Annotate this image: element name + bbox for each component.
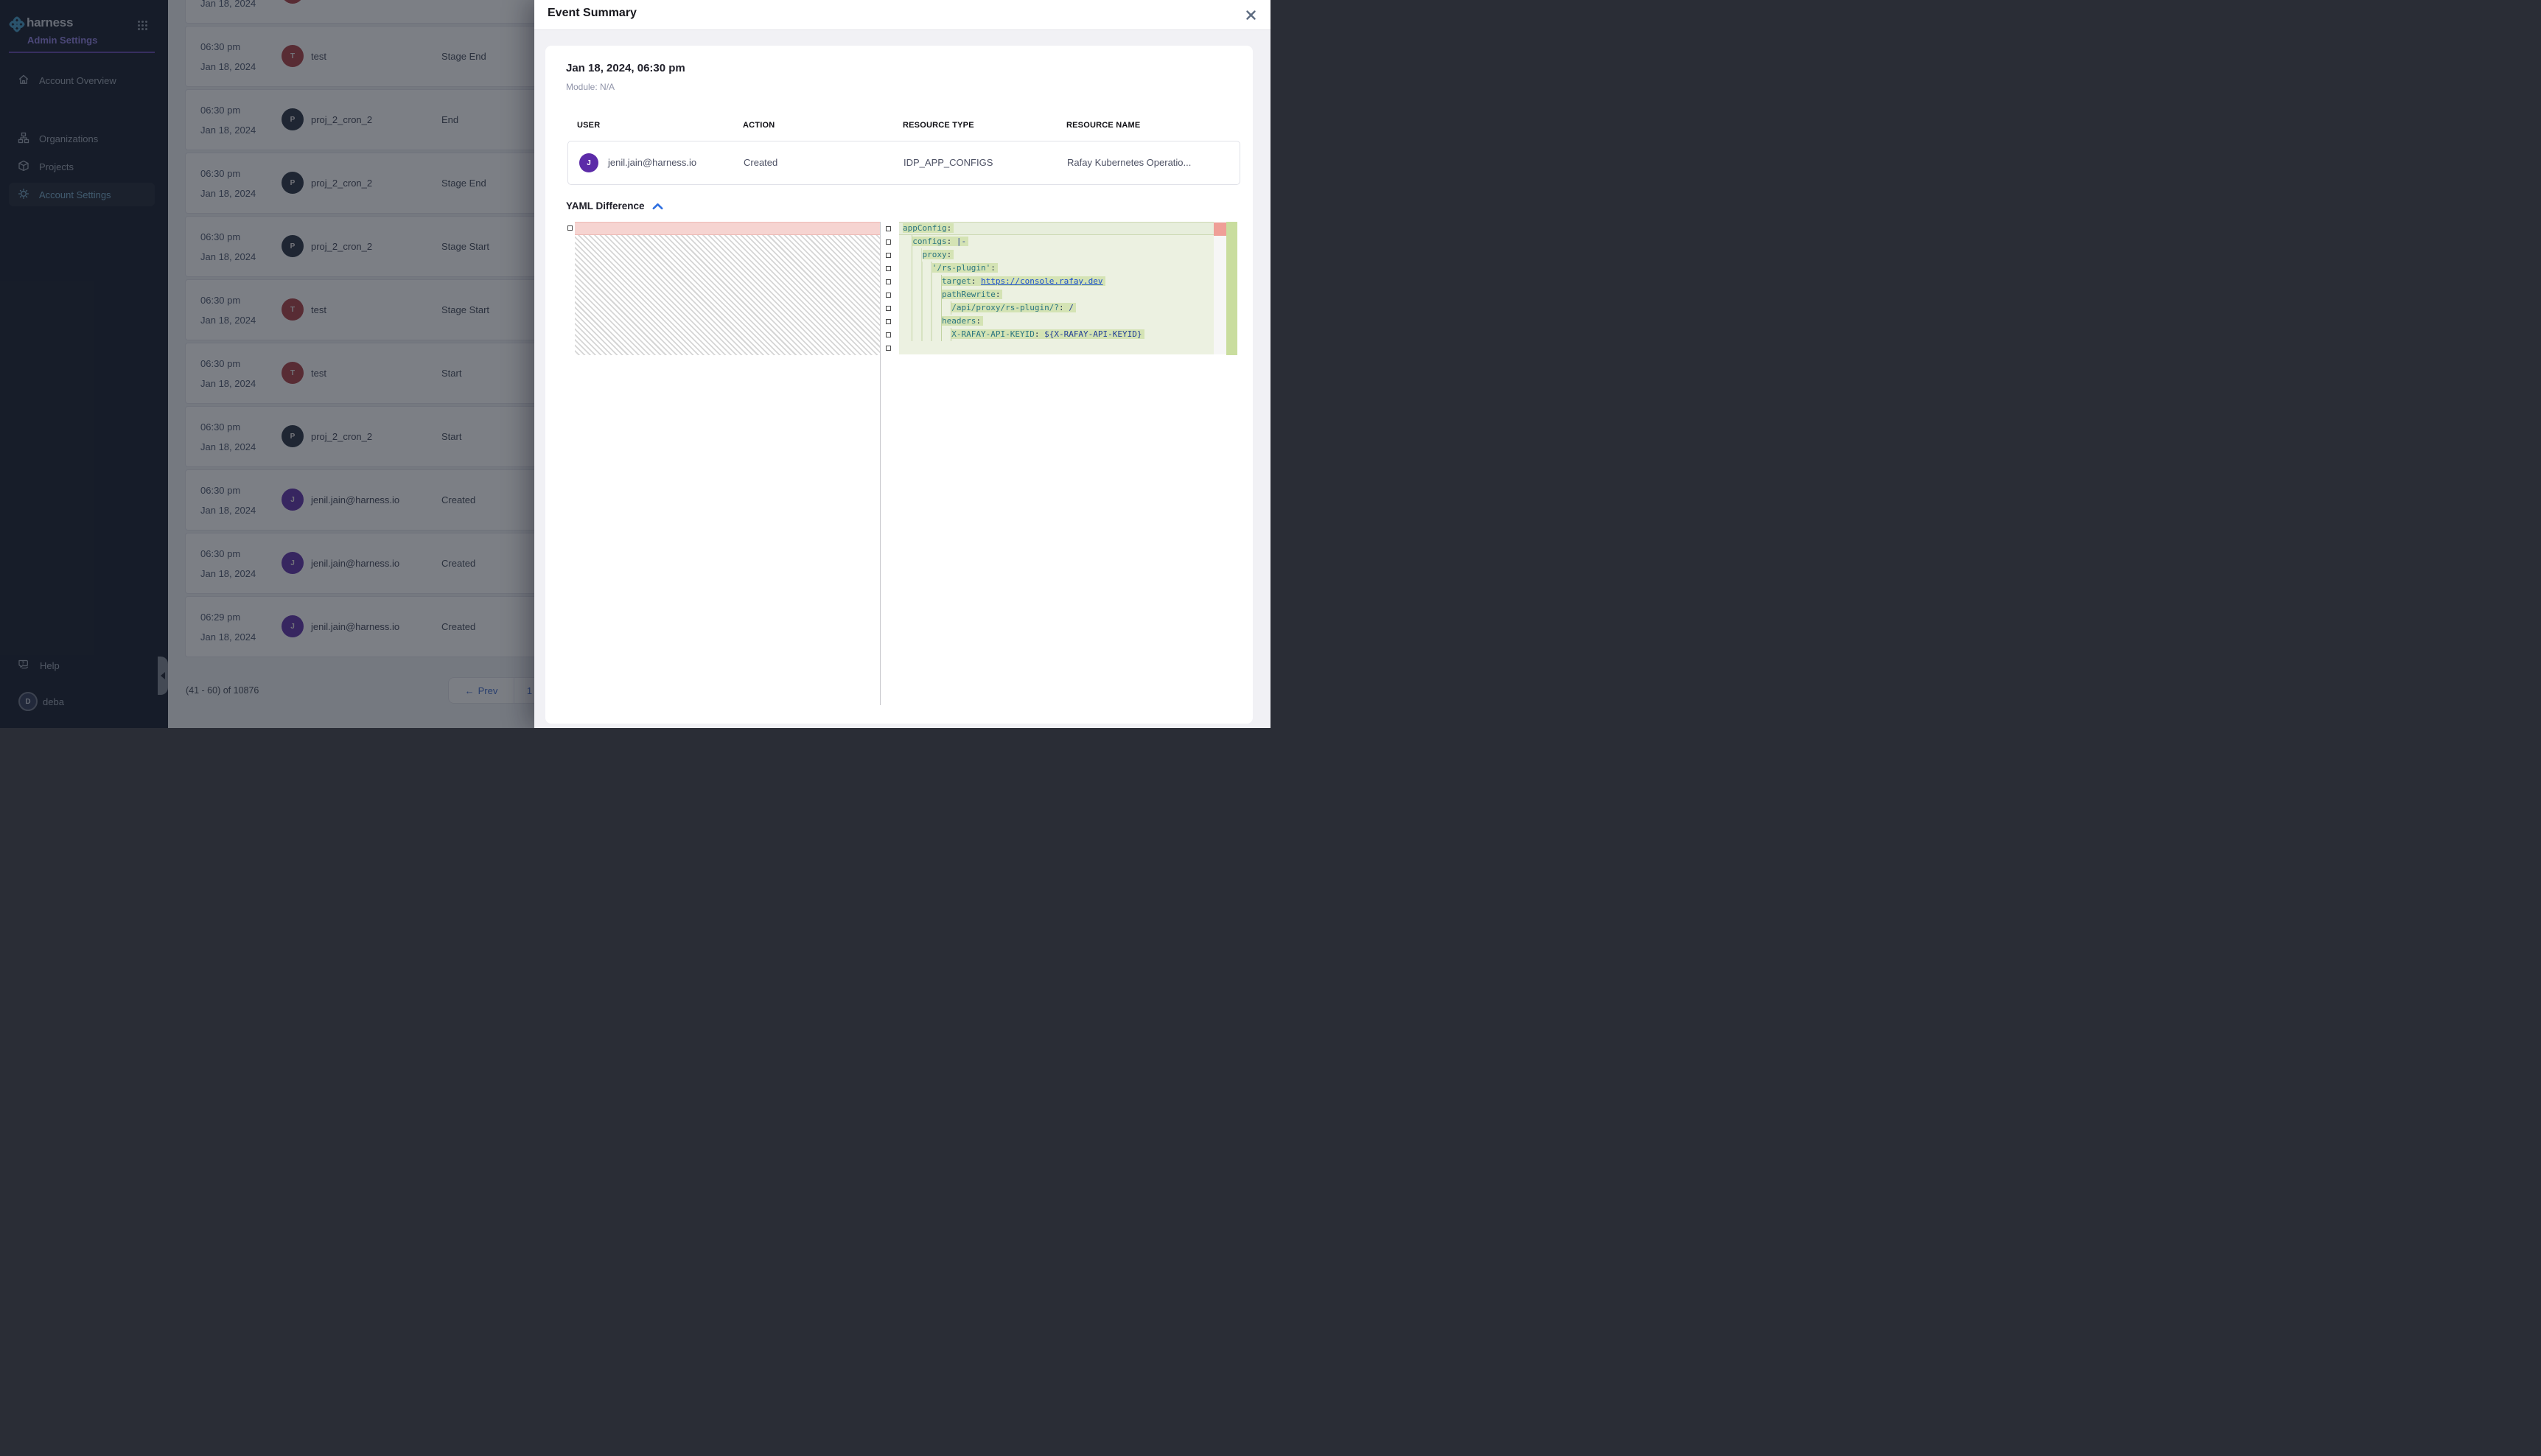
event-action: Created	[744, 157, 777, 168]
yaml-token: :	[1035, 329, 1044, 339]
col-header-resource-name: RESOURCE NAME	[1066, 121, 1140, 130]
diff-line-marker[interactable]	[886, 253, 891, 258]
drawer-body: Jan 18, 2024, 06:30 pm Module: N/A USER …	[534, 30, 1270, 728]
yaml-token: target	[942, 276, 971, 286]
diff-line-marker[interactable]	[886, 279, 891, 284]
drawer-title: Event Summary	[548, 7, 637, 20]
avatar: J	[579, 153, 598, 172]
app-root: harness Admin Settings Account Overview	[0, 0, 1270, 728]
added-token-highlight: configs: |-	[912, 237, 968, 246]
diff-code-line: proxy:	[899, 248, 1214, 262]
event-datetime: Jan 18, 2024, 06:30 pm	[566, 62, 685, 74]
added-token-highlight: proxy:	[923, 250, 954, 259]
indent-guides	[903, 328, 951, 341]
yaml-token: '/rs-plugin'	[932, 263, 990, 273]
yaml-token: X-RAFAY-API-KEYID	[951, 329, 1035, 339]
diff-code-line: pathRewrite:	[899, 288, 1214, 301]
added-token-highlight: headers:	[942, 316, 983, 326]
yaml-difference-label: YAML Difference	[566, 200, 645, 211]
event-card: Jan 18, 2024, 06:30 pm Module: N/A USER …	[545, 46, 1253, 724]
event-resource-name: Rafay Kubernetes Operatio...	[1067, 157, 1191, 168]
added-token-highlight: X-RAFAY-API-KEYID: ${X-RAFAY-API-KEYID}	[951, 329, 1144, 339]
diff-line-marker[interactable]	[886, 346, 891, 351]
yaml-token: |-	[957, 237, 966, 246]
diff-code-line: headers:	[899, 315, 1214, 328]
event-summary-drawer: Event Summary Jan 18, 2024, 06:30 pm Mod…	[534, 0, 1270, 728]
added-token-highlight: pathRewrite:	[942, 290, 1002, 299]
diff-removed-marker[interactable]	[1214, 223, 1226, 236]
diff-added-overview-bar	[1226, 222, 1237, 355]
event-table-row: J jenil.jain@harness.io Created IDP_APP_…	[567, 141, 1240, 185]
diff-code-pane: appConfig: configs: |- proxy: '/rs-plugi…	[899, 222, 1214, 705]
yaml-token: configs	[912, 237, 946, 246]
drawer-header: Event Summary	[534, 0, 1270, 30]
yaml-token: :	[947, 223, 952, 233]
yaml-token: :	[976, 316, 981, 326]
diff-code-line: '/rs-plugin':	[899, 262, 1214, 275]
diff-line-marker[interactable]	[886, 306, 891, 311]
diff-code-line: /api/proxy/rs-plugin/?: /	[899, 301, 1214, 315]
added-token-highlight: '/rs-plugin':	[932, 263, 998, 273]
event-module: Module: N/A	[566, 82, 615, 92]
yaml-token: :	[1059, 303, 1069, 312]
event-user: jenil.jain@harness.io	[608, 157, 696, 168]
indent-guides	[903, 248, 922, 262]
yaml-token: /	[1069, 303, 1074, 312]
diff-line-marker[interactable]	[886, 293, 891, 298]
yaml-token: :	[996, 290, 1001, 299]
diff-code-line: X-RAFAY-API-KEYID: ${X-RAFAY-API-KEYID}	[899, 328, 1214, 341]
indent-guides	[903, 275, 942, 288]
yaml-token: pathRewrite	[942, 290, 996, 299]
diff-right-gutter	[881, 222, 899, 705]
added-token-highlight: /api/proxy/rs-plugin/?: /	[951, 303, 1076, 312]
yaml-token: :	[990, 263, 996, 273]
indent-guides	[903, 315, 942, 328]
yaml-token: proxy	[923, 250, 947, 259]
diff-line-marker[interactable]	[886, 266, 891, 271]
event-resource-type: IDP_APP_CONFIGS	[903, 157, 993, 168]
yaml-token: headers	[942, 316, 976, 326]
diff-code-line: configs: |-	[899, 235, 1214, 248]
diff-revert-gutter	[1214, 222, 1226, 354]
yaml-token: :	[947, 237, 957, 246]
close-icon[interactable]	[1242, 7, 1259, 23]
indent-guides	[903, 262, 932, 275]
diff-code-line: appConfig:	[899, 222, 1214, 235]
col-header-action: ACTION	[743, 121, 775, 130]
yaml-diff-viewer: appConfig: configs: |- proxy: '/rs-plugi…	[566, 222, 1245, 705]
diff-pane-divider	[880, 222, 881, 705]
diff-line-marker[interactable]	[886, 332, 891, 337]
diff-code-line	[899, 341, 1214, 354]
indent-guides	[903, 301, 951, 315]
diff-removed-row	[575, 222, 880, 235]
avatar-initial: J	[587, 159, 591, 167]
added-token-highlight: appConfig:	[903, 223, 954, 233]
added-token-highlight: target: https://console.rafay.dev	[942, 276, 1105, 286]
col-header-user: USER	[577, 121, 600, 130]
diff-code-line: target: https://console.rafay.dev	[899, 275, 1214, 288]
diff-empty-hatch	[575, 235, 880, 355]
diff-line-marker[interactable]	[886, 319, 891, 324]
indent-guides	[903, 288, 942, 301]
yaml-link[interactable]: https://console.rafay.dev	[981, 276, 1103, 286]
diff-line-marker[interactable]	[886, 239, 891, 245]
diff-line-marker[interactable]	[886, 226, 891, 231]
yaml-token: :	[971, 276, 981, 286]
diff-left-pane	[575, 222, 880, 705]
col-header-resource-type: RESOURCE TYPE	[903, 121, 974, 130]
yaml-token: :	[947, 250, 952, 259]
yaml-token: /api/proxy/rs-plugin/?	[951, 303, 1059, 312]
chevron-up-icon	[652, 203, 663, 210]
yaml-difference-toggle[interactable]: YAML Difference	[566, 200, 663, 211]
yaml-token: appConfig	[903, 223, 947, 233]
diff-chunk-marker[interactable]	[567, 225, 573, 231]
yaml-token: ${X-RAFAY-API-KEYID}	[1044, 329, 1142, 339]
indent-guides	[903, 235, 912, 248]
